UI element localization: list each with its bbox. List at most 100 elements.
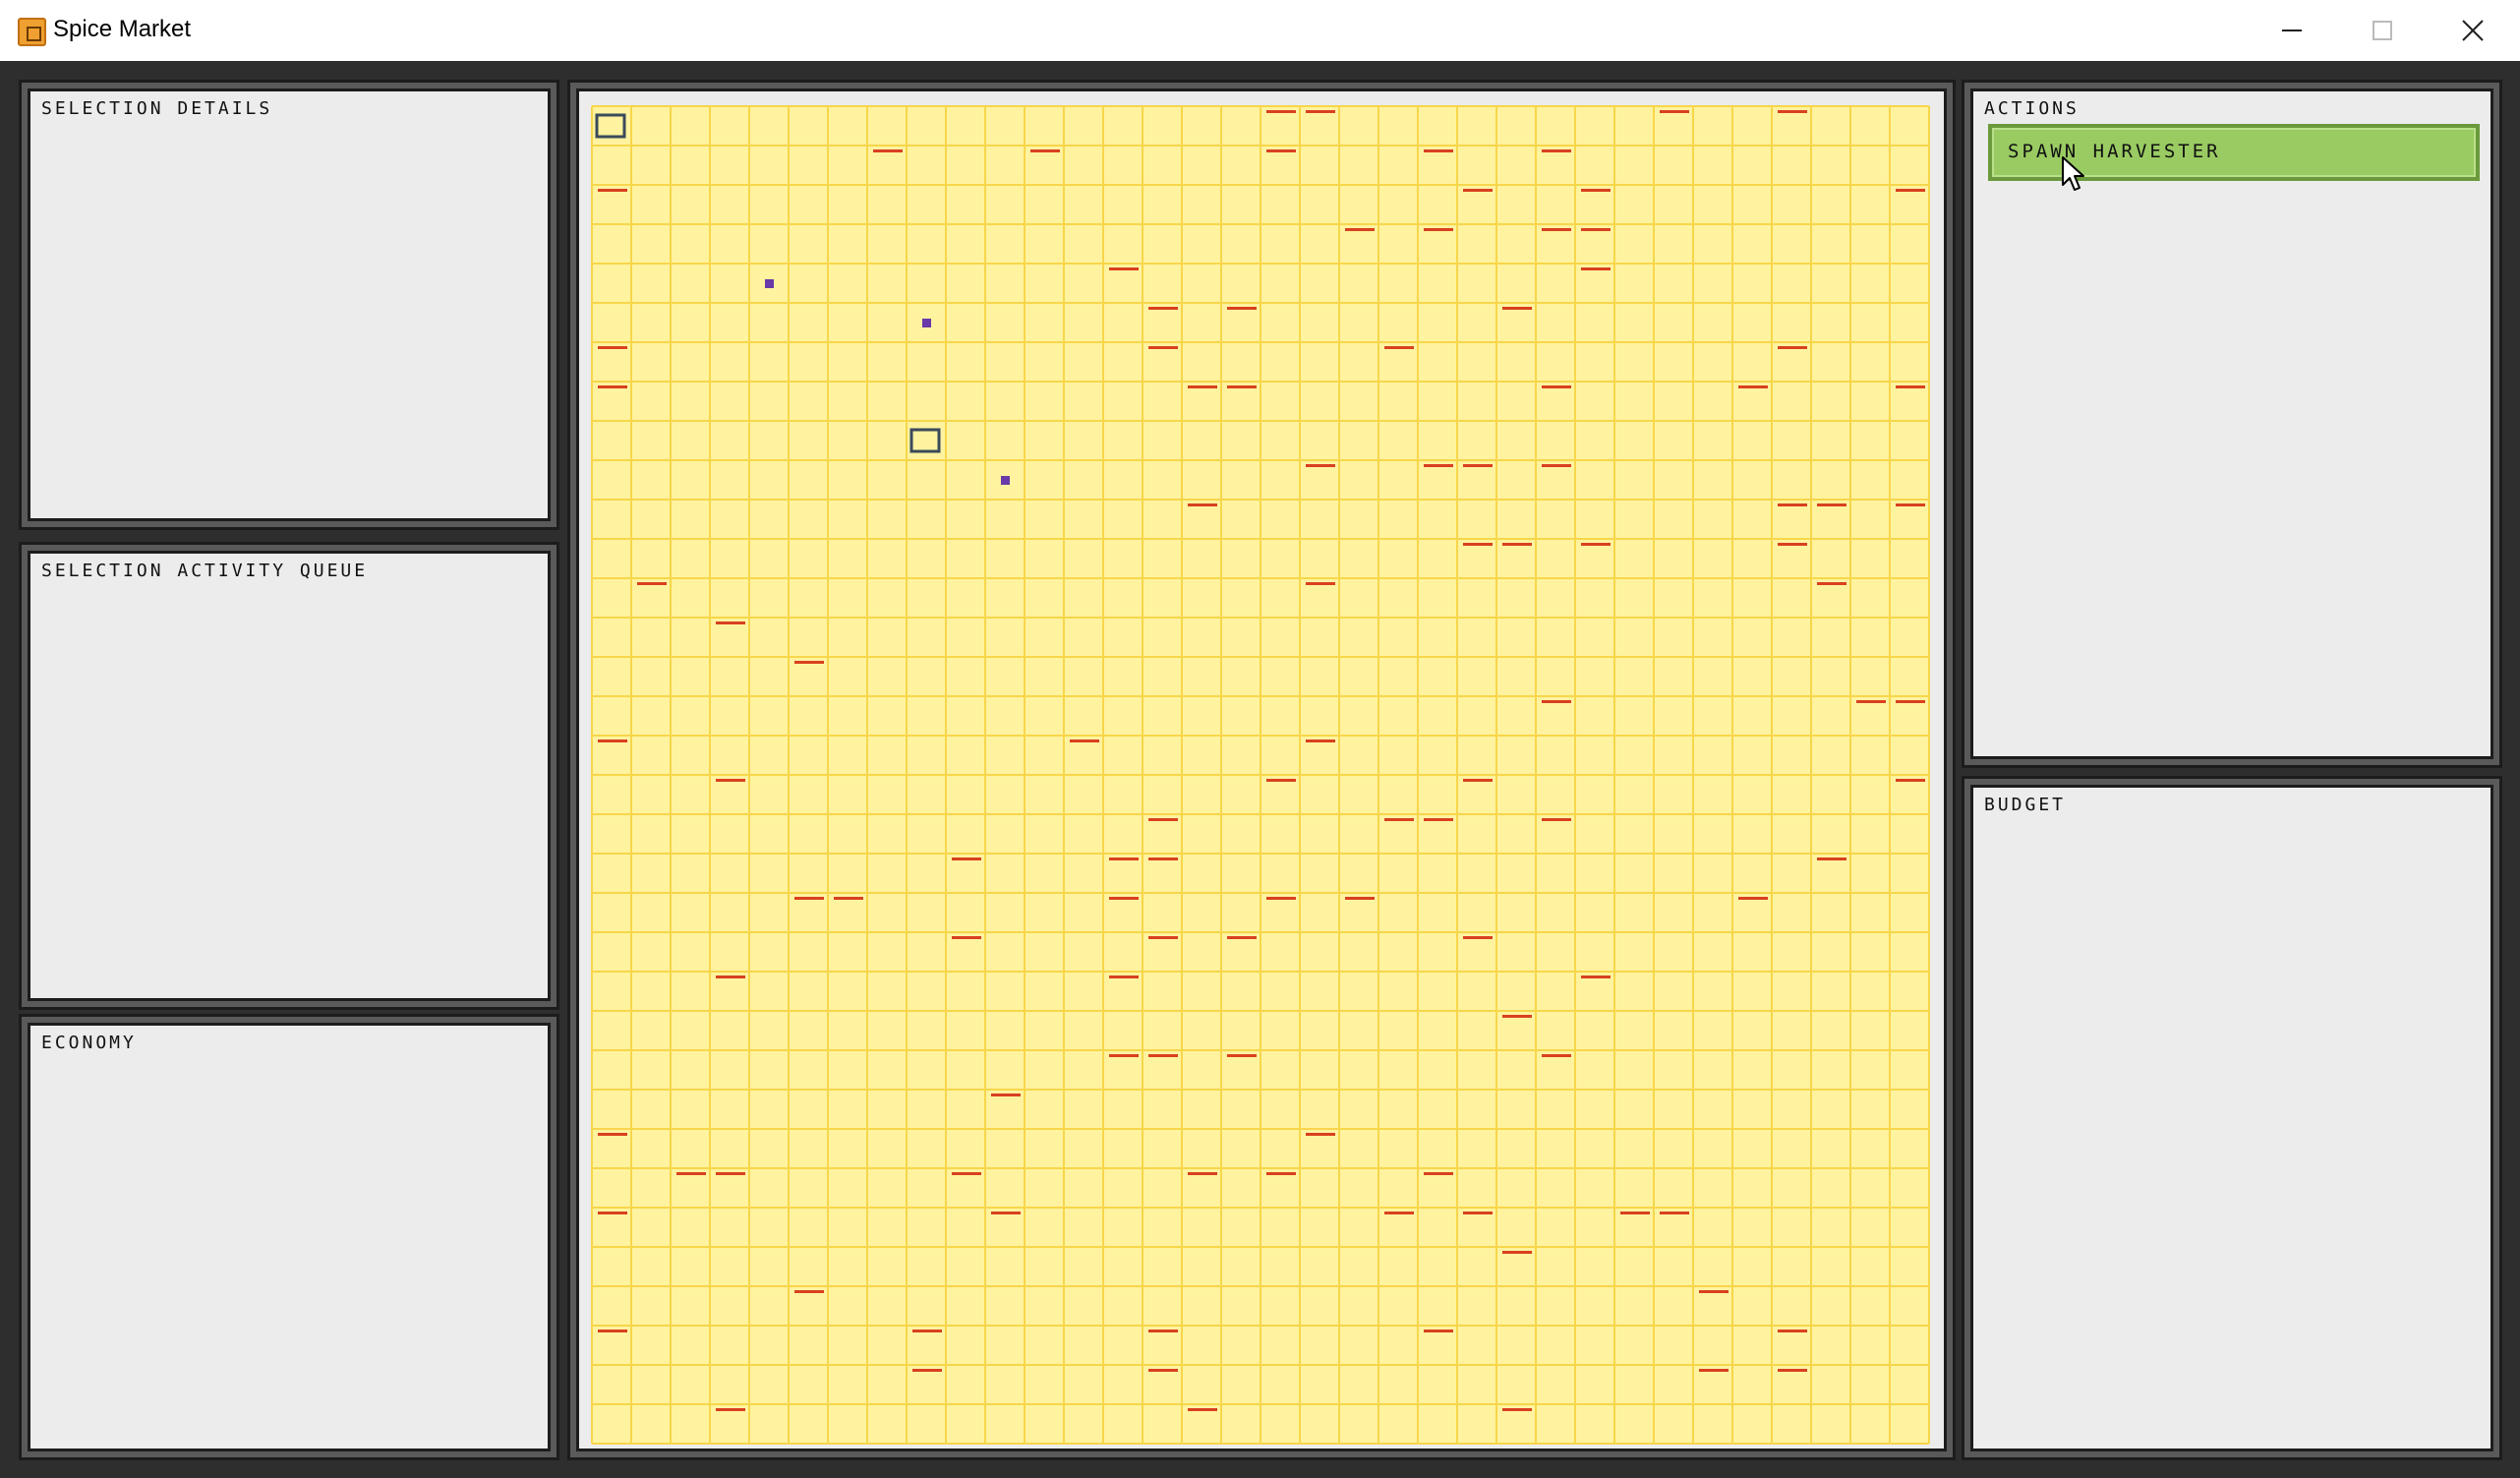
spice-deposit[interactable] — [598, 1133, 627, 1136]
spice-deposit[interactable] — [1542, 1054, 1571, 1057]
spice-deposit[interactable] — [1424, 1330, 1453, 1332]
harvester-unit[interactable] — [1001, 476, 1010, 485]
close-button[interactable] — [2428, 0, 2518, 61]
spice-deposit[interactable] — [991, 1094, 1021, 1096]
spice-deposit[interactable] — [1581, 228, 1611, 231]
spice-deposit[interactable] — [1542, 818, 1571, 821]
spice-deposit[interactable] — [952, 1172, 981, 1175]
spice-deposit[interactable] — [1660, 110, 1689, 113]
spice-deposit[interactable] — [1542, 700, 1571, 703]
spice-deposit[interactable] — [1306, 1133, 1335, 1136]
spice-deposit[interactable] — [1896, 385, 1925, 388]
map-grid[interactable] — [576, 89, 1947, 1451]
spice-deposit[interactable] — [1660, 1212, 1689, 1214]
harvester-unit[interactable] — [765, 279, 774, 288]
spice-deposit[interactable] — [1148, 1054, 1178, 1057]
spice-deposit[interactable] — [1463, 189, 1493, 192]
spice-deposit[interactable] — [1463, 1212, 1493, 1214]
spice-deposit[interactable] — [716, 621, 745, 624]
spice-deposit[interactable] — [1738, 897, 1768, 900]
spice-deposit[interactable] — [598, 385, 627, 388]
spice-deposit[interactable] — [1502, 1015, 1532, 1018]
spice-deposit[interactable] — [1424, 464, 1453, 467]
spice-deposit[interactable] — [1188, 385, 1217, 388]
spice-deposit[interactable] — [1581, 267, 1611, 270]
spice-deposit[interactable] — [1542, 149, 1571, 152]
spice-deposit[interactable] — [716, 1172, 745, 1175]
spice-deposit[interactable] — [1030, 149, 1060, 152]
spice-deposit[interactable] — [1778, 503, 1807, 506]
spice-deposit[interactable] — [1424, 149, 1453, 152]
spice-deposit[interactable] — [1306, 464, 1335, 467]
spice-deposit[interactable] — [1778, 346, 1807, 349]
harvester-unit[interactable] — [922, 319, 931, 327]
spice-deposit[interactable] — [1306, 582, 1335, 585]
spice-deposit[interactable] — [676, 1172, 706, 1175]
spice-deposit[interactable] — [1463, 464, 1493, 467]
spice-deposit[interactable] — [716, 1408, 745, 1411]
spice-deposit[interactable] — [1148, 307, 1178, 310]
spice-deposit[interactable] — [1817, 857, 1846, 860]
spice-deposit[interactable] — [1463, 779, 1493, 782]
spice-deposit[interactable] — [716, 975, 745, 978]
spice-deposit[interactable] — [1581, 189, 1611, 192]
spice-deposit[interactable] — [952, 857, 981, 860]
spice-deposit[interactable] — [1384, 818, 1414, 821]
spice-deposit[interactable] — [1463, 543, 1493, 546]
spice-deposit[interactable] — [912, 1369, 942, 1372]
spice-deposit[interactable] — [1502, 543, 1532, 546]
spice-deposit[interactable] — [1896, 779, 1925, 782]
spice-deposit[interactable] — [1699, 1369, 1729, 1372]
spice-deposit[interactable] — [1738, 385, 1768, 388]
spice-deposit[interactable] — [598, 346, 627, 349]
spice-deposit[interactable] — [1345, 897, 1375, 900]
spice-deposit[interactable] — [1896, 503, 1925, 506]
spice-deposit[interactable] — [598, 739, 627, 742]
map-panel[interactable] — [570, 83, 1953, 1457]
spice-deposit[interactable] — [1227, 936, 1257, 939]
spice-deposit[interactable] — [1502, 307, 1532, 310]
spice-deposit[interactable] — [1148, 936, 1178, 939]
spice-deposit[interactable] — [794, 897, 824, 900]
spice-deposit[interactable] — [1502, 1251, 1532, 1254]
spice-deposit[interactable] — [1109, 897, 1139, 900]
spice-deposit[interactable] — [1148, 1330, 1178, 1332]
spice-deposit[interactable] — [1384, 1212, 1414, 1214]
spice-deposit[interactable] — [1542, 385, 1571, 388]
spice-deposit[interactable] — [1384, 346, 1414, 349]
spice-deposit[interactable] — [598, 189, 627, 192]
spice-deposit[interactable] — [794, 1290, 824, 1293]
spice-deposit[interactable] — [1109, 975, 1139, 978]
spice-deposit[interactable] — [1778, 1330, 1807, 1332]
spice-deposit[interactable] — [1109, 857, 1139, 860]
spice-deposit[interactable] — [1542, 464, 1571, 467]
spice-deposit[interactable] — [1896, 189, 1925, 192]
spice-deposit[interactable] — [1778, 110, 1807, 113]
spice-deposit[interactable] — [1266, 1172, 1296, 1175]
spice-deposit[interactable] — [1188, 1172, 1217, 1175]
spice-deposit[interactable] — [834, 897, 863, 900]
spice-deposit[interactable] — [1188, 1408, 1217, 1411]
spice-deposit[interactable] — [1227, 385, 1257, 388]
spice-deposit[interactable] — [1306, 739, 1335, 742]
spice-deposit[interactable] — [1266, 149, 1296, 152]
spice-deposit[interactable] — [1109, 1054, 1139, 1057]
spice-deposit[interactable] — [1424, 228, 1453, 231]
spice-deposit[interactable] — [1266, 110, 1296, 113]
spice-deposit[interactable] — [1148, 346, 1178, 349]
spice-deposit[interactable] — [598, 1330, 627, 1332]
spice-deposit[interactable] — [637, 582, 667, 585]
spice-deposit[interactable] — [1109, 267, 1139, 270]
spice-deposit[interactable] — [1581, 975, 1611, 978]
spice-deposit[interactable] — [716, 779, 745, 782]
spice-deposit[interactable] — [1896, 700, 1925, 703]
spice-deposit[interactable] — [991, 1212, 1021, 1214]
spice-deposit[interactable] — [952, 936, 981, 939]
spice-deposit[interactable] — [1148, 818, 1178, 821]
spice-deposit[interactable] — [1620, 1212, 1650, 1214]
spice-deposit[interactable] — [1856, 700, 1886, 703]
spice-deposit[interactable] — [1699, 1290, 1729, 1293]
spice-deposit[interactable] — [1345, 228, 1375, 231]
spice-deposit[interactable] — [1266, 779, 1296, 782]
spice-deposit[interactable] — [1424, 818, 1453, 821]
